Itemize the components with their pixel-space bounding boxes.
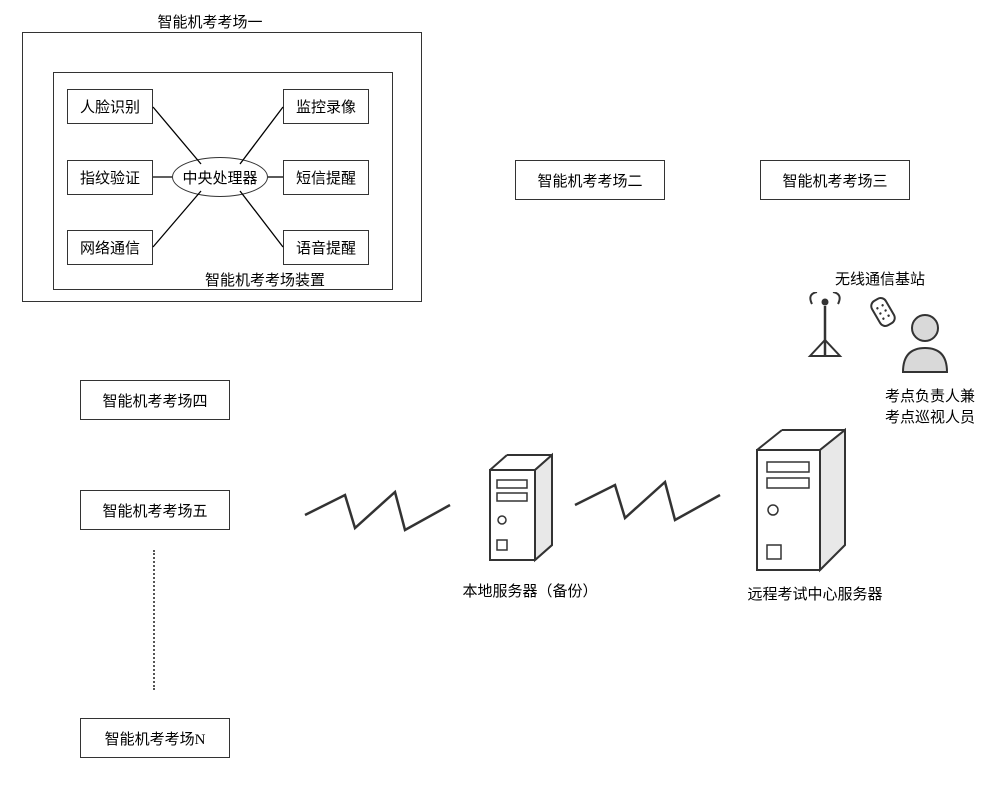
- zigzag-link-1: [300, 480, 480, 540]
- inspector-label: 考点负责人兼 考点巡视人员: [870, 385, 990, 427]
- base-station-label: 无线通信基站: [815, 268, 945, 289]
- room-5-label: 智能机考考场五: [102, 500, 207, 521]
- remote-server-icon: [745, 420, 865, 580]
- antenna-icon: [800, 292, 850, 372]
- room-n-label: 智能机考考场N: [105, 728, 206, 749]
- cpu-connectors: [53, 72, 393, 290]
- remote-server-label: 远程考试中心服务器: [735, 583, 895, 604]
- local-server-label: 本地服务器（备份）: [450, 580, 610, 601]
- room-1-title: 智能机考考场一: [100, 11, 320, 32]
- room-2: 智能机考考场二: [515, 160, 665, 200]
- room-5: 智能机考考场五: [80, 490, 230, 530]
- room-4: 智能机考考场四: [80, 380, 230, 420]
- zigzag-link-2: [570, 470, 745, 530]
- room-2-label: 智能机考考场二: [537, 170, 642, 191]
- room-4-label: 智能机考考场四: [102, 390, 207, 411]
- room-3-label: 智能机考考场三: [782, 170, 887, 191]
- room-3: 智能机考考场三: [760, 160, 910, 200]
- local-server-icon: [480, 445, 566, 575]
- ellipsis-dots: [153, 550, 155, 690]
- person-icon: [895, 310, 955, 380]
- room-n: 智能机考考场N: [80, 718, 230, 758]
